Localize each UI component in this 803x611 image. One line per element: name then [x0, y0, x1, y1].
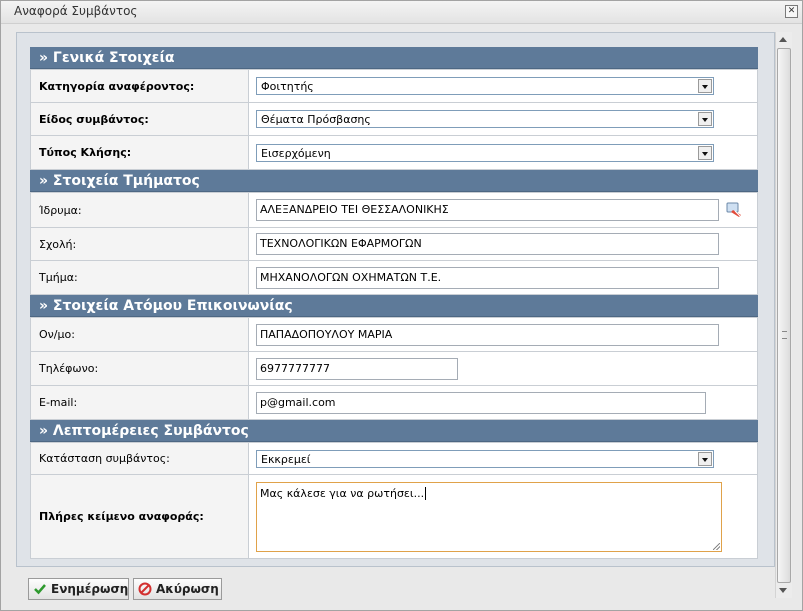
text-cursor: [425, 486, 427, 500]
fulltext-label: Πλήρες κείμενο αναφοράς:: [30, 474, 249, 559]
section-department-header: » Στοιχεία Τμήματος: [30, 170, 758, 192]
form-content: » Γενικά Στοιχεία Κατηγορία αναφέροντος:…: [30, 47, 758, 559]
eraser-icon[interactable]: [724, 199, 744, 219]
email-field[interactable]: p@gmail.com: [256, 391, 706, 414]
institution-field[interactable]: ΑΛΕΞΑΝΔΡΕΙΟ ΤΕΙ ΘΕΣΣΑΛΟΝΙΚΗΣ: [256, 199, 719, 221]
department-table: Ίδρυμα: ΑΛΕΞΑΝΔΡΕΙΟ ΤΕΙ ΘΕΣΣΑΛΟΝΙΚΗΣ Σχο…: [30, 192, 758, 295]
school-field[interactable]: ΤΕΧΝΟΛΟΓΙΚΩΝ ΕΦΑΡΜΟΓΩΝ: [256, 233, 719, 255]
incident-type-label: Είδος συμβάντος:: [30, 102, 249, 136]
chevron-down-icon[interactable]: [698, 145, 712, 160]
general-table: Κατηγορία αναφέροντος: Φοιτητής Είδος συ…: [30, 69, 758, 170]
phone-field[interactable]: 6977777777: [256, 357, 458, 380]
section-details-header: » Λεπτομέρειες Συμβάντος: [30, 420, 758, 442]
scroll-thumb[interactable]: [777, 48, 791, 583]
school-label: Σχολή:: [30, 227, 249, 261]
phone-label: Τηλέφωνο:: [30, 351, 249, 386]
cancel-icon: [138, 582, 152, 596]
status-select[interactable]: Εκκρεμεί: [256, 449, 714, 468]
fulltext-textarea[interactable]: Μας κάλεσε για να ρωτήσει...: [256, 481, 722, 552]
update-button[interactable]: Ενημέρωση: [28, 578, 129, 600]
close-icon[interactable]: ✕: [785, 5, 798, 18]
email-label: E-mail:: [30, 385, 249, 420]
resize-grip-icon[interactable]: [713, 542, 720, 550]
title-bar[interactable]: Αναφορά Συμβάντος ✕: [1, 1, 802, 24]
chevron-down-icon[interactable]: [698, 112, 712, 126]
call-type-select[interactable]: Εισερχόμενη: [256, 143, 714, 162]
grip-icon: [782, 331, 787, 339]
incident-type-select[interactable]: Θέματα Πρόσβασης: [256, 110, 714, 128]
chevron-down-icon[interactable]: [698, 79, 712, 93]
scroll-up-icon[interactable]: [779, 37, 787, 42]
section-contact-header: » Στοιχεία Ατόμου Επικοινωνίας: [30, 295, 758, 317]
contact-table: Ον/μο: ΠΑΠΑΔΟΠΟΥΛΟΥ ΜΑΡΙΑ Τηλέφωνο: 6977…: [30, 317, 758, 420]
institution-label: Ίδρυμα:: [30, 192, 249, 228]
check-icon: [34, 584, 46, 595]
cancel-button[interactable]: Ακύρωση: [133, 578, 222, 600]
dialog-window: Αναφορά Συμβάντος ✕ » Γενικά Στοιχεία Κα…: [0, 0, 803, 611]
name-label: Ον/μο:: [30, 317, 249, 352]
window-title: Αναφορά Συμβάντος: [14, 4, 138, 18]
department-field[interactable]: ΜΗΧΑΝΟΛΟΓΩΝ ΟΧΗΜΑΤΩΝ Τ.Ε.: [256, 266, 719, 289]
vertical-scrollbar[interactable]: [775, 32, 792, 598]
call-type-label: Τύπος Κλήσης:: [30, 135, 249, 170]
department-label: Τμήμα:: [30, 260, 249, 295]
scroll-down-icon[interactable]: [779, 588, 787, 593]
name-field[interactable]: ΠΑΠΑΔΟΠΟΥΛΟΥ ΜΑΡΙΑ: [256, 323, 719, 346]
reporter-category-select[interactable]: Φοιτητής: [256, 77, 714, 95]
chevron-down-icon[interactable]: [698, 451, 712, 466]
details-table: Κατάσταση συμβάντος: Εκκρεμεί Πλήρες κεί…: [30, 442, 758, 559]
reporter-category-label: Κατηγορία αναφέροντος:: [30, 69, 249, 103]
section-general-header: » Γενικά Στοιχεία: [30, 47, 758, 69]
status-label: Κατάσταση συμβάντος:: [30, 442, 249, 475]
